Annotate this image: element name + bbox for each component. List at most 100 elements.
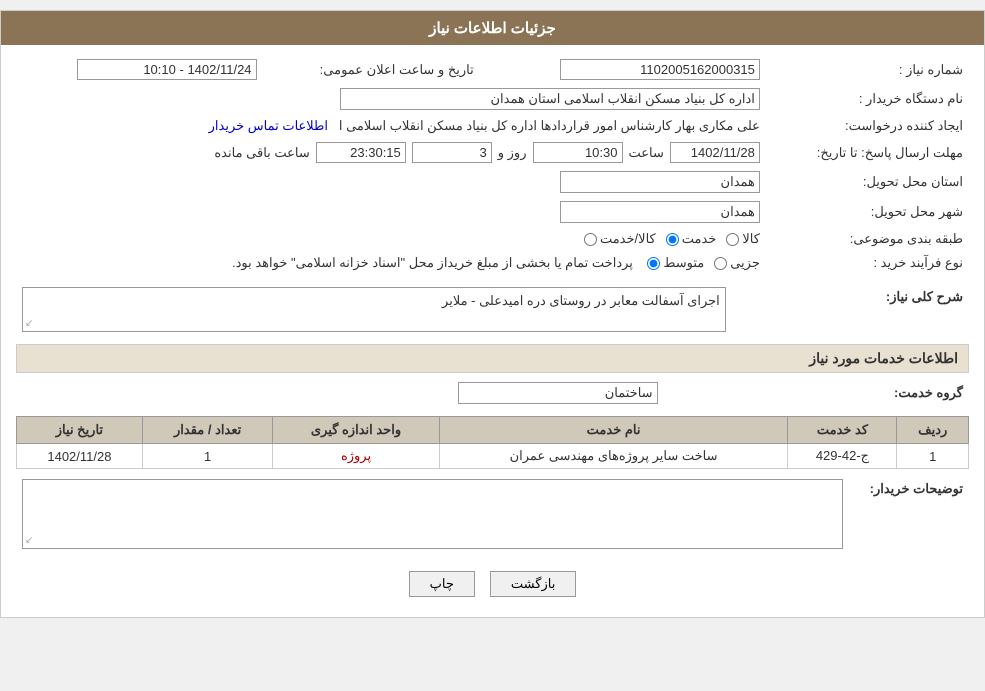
back-button[interactable]: بازگشت — [490, 571, 576, 597]
sharh-table: شرح کلی نیاز: اجرای آسفالت معابر در روست… — [16, 283, 969, 336]
shomara-niaz-value: 1102005162000315 — [494, 55, 766, 84]
table-header-row: ردیف کد خدمت نام خدمت واحد اندازه گیری ت… — [17, 417, 969, 444]
shomara-niaz-box: 1102005162000315 — [560, 59, 760, 80]
row-shahr: شهر محل تحویل: همدان — [16, 197, 969, 227]
row-ijad-konande: ایجاد کننده درخواست: علی مکاری بهار کارش… — [16, 114, 969, 138]
col-kod: کد خدمت — [788, 417, 897, 444]
tabaqe-value: کالا خدمت کالا/خدمت — [16, 227, 766, 251]
tozihat-label: توضیحات خریدار: — [849, 475, 969, 553]
resize-handle-2: ↙ — [25, 535, 33, 546]
nooe-mootasat-label: متوسط — [663, 255, 704, 271]
nam-dastgah-box: اداره کل بنیاد مسکن انقلاب اسلامی استان … — [340, 88, 760, 110]
sharh-text: اجرای آسفالت معابر در روستای دره امیدعلی… — [442, 293, 720, 308]
row-tozihat: توضیحات خریدار: ↙ — [16, 475, 969, 553]
sharh-label: شرح کلی نیاز: — [732, 283, 969, 336]
col-tedaad: تعداد / مقدار — [142, 417, 273, 444]
ijad-konande-value: علی مکاری بهار کارشناس امور قراردادها اد… — [16, 114, 766, 138]
nooe-description: پرداخت تمام یا بخشی از مبلغ خریداز محل "… — [232, 255, 633, 270]
table-head: ردیف کد خدمت نام خدمت واحد اندازه گیری ت… — [17, 417, 969, 444]
ostan-value: همدان — [16, 167, 766, 197]
tozihat-box: ↙ — [22, 479, 843, 549]
tabaqe-khadamat-label: خدمت — [682, 231, 717, 247]
tabaqe-kala-khadamat-label: کالا/خدمت — [600, 231, 656, 247]
tarikh-label: تاریخ و ساعت اعلان عمومی: — [263, 55, 494, 84]
goroh-value-cell: ساختمان — [16, 378, 664, 408]
khadamat-section-title: اطلاعات خدمات مورد نیاز — [809, 350, 958, 366]
tozihat-table: توضیحات خریدار: ↙ — [16, 475, 969, 553]
cell-tarikh: 1402/11/28 — [17, 444, 143, 469]
tabaqe-kala-label: کالا — [742, 231, 760, 247]
goroh-label: گروه خدمت: — [664, 378, 969, 408]
saet-label: ساعت — [629, 145, 664, 161]
mohlat-label: مهلت ارسال پاسخ: تا تاریخ: — [766, 138, 969, 167]
page-content: شماره نیاز : 1102005162000315 تاریخ و سا… — [1, 45, 984, 617]
ijad-konande-link[interactable]: اطلاعات تماس خریدار — [209, 118, 328, 133]
baqi-mande-label: ساعت باقی مانده — [214, 145, 309, 161]
tabaqe-radio-group: کالا خدمت کالا/خدمت — [584, 231, 760, 247]
nam-dastgah-label: نام دستگاه خریدار : — [766, 84, 969, 114]
services-table: ردیف کد خدمت نام خدمت واحد اندازه گیری ت… — [16, 416, 969, 469]
mohlat-saet-box: 10:30 — [533, 142, 623, 163]
ijad-konande-label: ایجاد کننده درخواست: — [766, 114, 969, 138]
col-radif: ردیف — [897, 417, 969, 444]
tabaqe-kala-khadamat-radio[interactable] — [584, 233, 597, 246]
mohlat-baqi-box: 23:30:15 — [316, 142, 406, 163]
page-title: جزئیات اطلاعات نیاز — [429, 20, 556, 37]
nam-dastgah-value: اداره کل بنیاد مسکن انقلاب اسلامی استان … — [16, 84, 766, 114]
ostan-label: استان محل تحویل: — [766, 167, 969, 197]
print-button[interactable]: چاپ — [409, 571, 475, 597]
row-nooe: نوع فرآیند خرید : جزیی متوسط پرداخت — [16, 251, 969, 275]
row-tabaqe: طبقه بندی موضوعی: کالا خدمت کالا/خدمت — [16, 227, 969, 251]
info-table: شماره نیاز : 1102005162000315 تاریخ و سا… — [16, 55, 969, 275]
resize-handle: ↙ — [25, 318, 33, 329]
goroh-box: ساختمان — [458, 382, 658, 404]
nooe-jozei-label: جزیی — [730, 255, 760, 271]
nooe-mootasat-item: متوسط — [647, 255, 704, 271]
nooe-mootasat-radio[interactable] — [647, 257, 660, 270]
khadamat-section-header: اطلاعات خدمات مورد نیاز — [16, 344, 969, 373]
tarikh-value: 1402/11/24 - 10:10 — [16, 55, 263, 84]
roz-label: روز و — [498, 145, 527, 161]
table-body: 1 ج-42-429 ساخت سایر پروژه‌های مهندسی عم… — [17, 444, 969, 469]
col-tarikh: تاریخ نیاز — [17, 417, 143, 444]
tabaqe-kala-item: کالا — [726, 231, 760, 247]
row-nam-dastgah: نام دستگاه خریدار : اداره کل بنیاد مسکن … — [16, 84, 969, 114]
sharh-value-cell: اجرای آسفالت معابر در روستای دره امیدعلی… — [16, 283, 732, 336]
tabaqe-khadamat-item: خدمت — [666, 231, 717, 247]
cell-vahad: پروژه — [273, 444, 439, 469]
tabaqe-kala-radio[interactable] — [726, 233, 739, 246]
row-shomara: شماره نیاز : 1102005162000315 تاریخ و سا… — [16, 55, 969, 84]
tozihat-value-cell: ↙ — [16, 475, 849, 553]
nooe-jozei-radio[interactable] — [714, 257, 727, 270]
cell-radif: 1 — [897, 444, 969, 469]
cell-nam: ساخت سایر پروژه‌های مهندسی عمران — [439, 444, 788, 469]
mohlat-date-box: 1402/11/28 — [670, 142, 760, 163]
page-container: جزئیات اطلاعات نیاز شماره نیاز : 1102005… — [0, 10, 985, 618]
shahr-label: شهر محل تحویل: — [766, 197, 969, 227]
row-mohlat: مهلت ارسال پاسخ: تا تاریخ: 1402/11/28 سا… — [16, 138, 969, 167]
shomara-niaz-label: شماره نیاز : — [766, 55, 969, 84]
mohlat-value: 1402/11/28 ساعت 10:30 روز و 3 23:30:15 س… — [16, 138, 766, 167]
button-row: بازگشت چاپ — [16, 561, 969, 607]
col-nam: نام خدمت — [439, 417, 788, 444]
nooe-jozei-item: جزیی — [714, 255, 760, 271]
shahr-value: همدان — [16, 197, 766, 227]
page-header: جزئیات اطلاعات نیاز — [1, 11, 984, 45]
col-vahad: واحد اندازه گیری — [273, 417, 439, 444]
row-sharh: شرح کلی نیاز: اجرای آسفالت معابر در روست… — [16, 283, 969, 336]
nooe-label: نوع فرآیند خرید : — [766, 251, 969, 275]
cell-tedaad: 1 — [142, 444, 273, 469]
table-row: 1 ج-42-429 ساخت سایر پروژه‌های مهندسی عم… — [17, 444, 969, 469]
goroh-table: گروه خدمت: ساختمان — [16, 378, 969, 408]
tabaqe-khadamat-radio[interactable] — [666, 233, 679, 246]
cell-kod: ج-42-429 — [788, 444, 897, 469]
mohlat-roz-box: 3 — [412, 142, 492, 163]
row-goroh: گروه خدمت: ساختمان — [16, 378, 969, 408]
tarikh-box: 1402/11/24 - 10:10 — [77, 59, 257, 80]
mohlat-row: 1402/11/28 ساعت 10:30 روز و 3 23:30:15 س… — [22, 142, 760, 163]
ostan-box: همدان — [560, 171, 760, 193]
nooe-value: جزیی متوسط پرداخت تمام یا بخشی از مبلغ خ… — [16, 251, 766, 275]
ijad-konande-text: علی مکاری بهار کارشناس امور قراردادها اد… — [339, 118, 760, 133]
shahr-box: همدان — [560, 201, 760, 223]
nooe-radio-group: جزیی متوسط — [647, 255, 760, 271]
